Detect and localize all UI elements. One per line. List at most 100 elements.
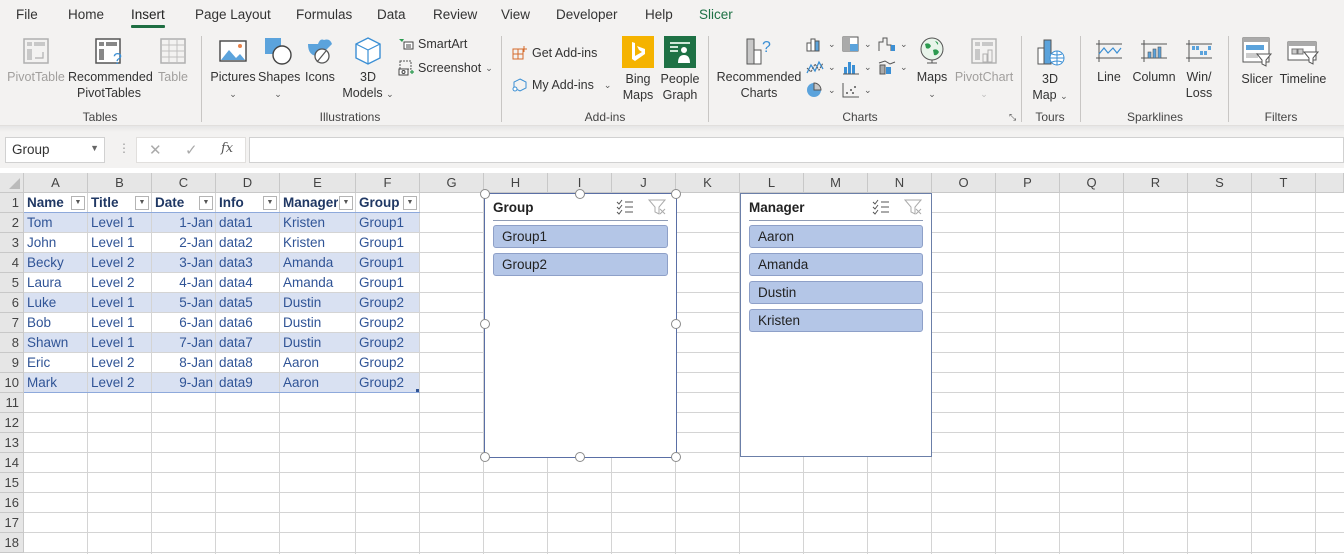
row-header-9[interactable]: 9 xyxy=(0,353,24,373)
table-cell[interactable]: 6-Jan xyxy=(152,313,216,333)
slicer-item[interactable]: Aaron xyxy=(749,225,923,248)
filter-dropdown-icon[interactable]: ▼ xyxy=(339,196,353,210)
slicer-item[interactable]: Group1 xyxy=(493,225,668,248)
table-cell[interactable]: Group1 xyxy=(356,253,420,273)
table-resize-handle[interactable] xyxy=(416,389,419,392)
table-cell[interactable]: 4-Jan xyxy=(152,273,216,293)
column-chart-button[interactable]: ⌄ xyxy=(806,36,836,52)
column-header-T[interactable]: T xyxy=(1252,173,1316,193)
table-cell[interactable]: 1-Jan xyxy=(152,213,216,233)
resize-handle[interactable] xyxy=(671,189,681,199)
table-cell[interactable]: Eric xyxy=(24,353,88,373)
row-header-17[interactable]: 17 xyxy=(0,513,24,533)
row-header-5[interactable]: 5 xyxy=(0,273,24,293)
table-cell[interactable]: Amanda xyxy=(280,253,356,273)
table-cell[interactable]: Kristen xyxy=(280,233,356,253)
table-cell[interactable]: Luke xyxy=(24,293,88,313)
row-header-1[interactable]: 1 xyxy=(0,193,24,213)
column-header-Q[interactable]: Q xyxy=(1060,173,1124,193)
row-header-16[interactable]: 16 xyxy=(0,493,24,513)
row-header-14[interactable]: 14 xyxy=(0,453,24,473)
column-header-D[interactable]: D xyxy=(216,173,280,193)
slicer-item[interactable]: Amanda xyxy=(749,253,923,276)
line-chart-button[interactable]: ⌄ xyxy=(806,59,836,75)
table-cell[interactable]: Aaron xyxy=(280,353,356,373)
table-cell[interactable]: John xyxy=(24,233,88,253)
column-header-O[interactable]: O xyxy=(932,173,996,193)
table-cell[interactable]: Group2 xyxy=(356,293,420,313)
table-cell[interactable]: data9 xyxy=(216,373,280,393)
column-header-L[interactable]: L xyxy=(740,173,804,193)
column-header-M[interactable]: M xyxy=(804,173,868,193)
slicer-item[interactable]: Dustin xyxy=(749,281,923,304)
table-header-cell[interactable]: Name xyxy=(24,193,70,213)
resize-handle[interactable] xyxy=(480,452,490,462)
table-cell[interactable]: data7 xyxy=(216,333,280,353)
3d-map-button[interactable]: 3D Map ⌄ xyxy=(1028,36,1072,104)
column-header-P[interactable]: P xyxy=(996,173,1060,193)
table-cell[interactable]: Level 1 xyxy=(88,333,152,353)
bing-maps-button[interactable]: Bing Maps xyxy=(620,36,656,103)
tab-data[interactable]: Data xyxy=(377,7,406,22)
table-cell[interactable]: 3-Jan xyxy=(152,253,216,273)
tab-slicer[interactable]: Slicer xyxy=(699,7,733,22)
insert-slicer-button[interactable]: Slicer xyxy=(1238,36,1276,87)
table-cell[interactable]: 2-Jan xyxy=(152,233,216,253)
hierarchy-chart-button[interactable]: ⌄ xyxy=(842,36,872,52)
tab-developer[interactable]: Developer xyxy=(556,7,618,22)
table-cell[interactable]: Mark xyxy=(24,373,88,393)
column-header-E[interactable]: E xyxy=(280,173,356,193)
insert-function-icon[interactable]: fx xyxy=(221,141,233,156)
table-cell[interactable]: Group2 xyxy=(356,353,420,373)
column-header-N[interactable]: N xyxy=(868,173,932,193)
column-header-H[interactable]: H xyxy=(484,173,548,193)
column-header-J[interactable]: J xyxy=(612,173,676,193)
table-cell[interactable]: Laura xyxy=(24,273,88,293)
multi-select-icon[interactable] xyxy=(871,198,891,216)
table-cell[interactable]: Group1 xyxy=(356,273,420,293)
name-box-dropdown-icon[interactable]: ▼ xyxy=(90,143,99,153)
table-cell[interactable]: Level 2 xyxy=(88,373,152,393)
slicer-manager[interactable]: Manager Aaron Amanda Dustin Kristen xyxy=(740,193,932,457)
clear-filter-icon[interactable] xyxy=(647,198,667,216)
table-cell[interactable]: data3 xyxy=(216,253,280,273)
formula-bar-grip[interactable]: ⋮ xyxy=(118,141,130,155)
table-cell[interactable]: Level 1 xyxy=(88,313,152,333)
table-header-cell[interactable]: Date xyxy=(152,193,198,213)
table-cell[interactable]: Group1 xyxy=(356,233,420,253)
icons-button[interactable]: Icons xyxy=(302,36,338,85)
table-cell[interactable]: 8-Jan xyxy=(152,353,216,373)
table-cell[interactable]: Becky xyxy=(24,253,88,273)
resize-handle[interactable] xyxy=(575,452,585,462)
enter-icon[interactable]: ✓ xyxy=(185,141,198,159)
filter-dropdown-icon[interactable]: ▼ xyxy=(263,196,277,210)
slicer-item[interactable]: Group2 xyxy=(493,253,668,276)
pictures-button[interactable]: Pictures ⌄ xyxy=(209,36,257,102)
slicer-group[interactable]: Group Group1 Group2 xyxy=(484,193,677,458)
tab-view[interactable]: View xyxy=(501,7,530,22)
table-cell[interactable]: Bob xyxy=(24,313,88,333)
tab-file[interactable]: File xyxy=(16,7,38,22)
my-addins-button[interactable]: My Add-ins ⌄ xyxy=(512,77,611,93)
row-header-15[interactable]: 15 xyxy=(0,473,24,493)
table-cell[interactable]: Group1 xyxy=(356,213,420,233)
table-cell[interactable]: 9-Jan xyxy=(152,373,216,393)
formula-input[interactable] xyxy=(249,137,1344,163)
table-cell[interactable]: data5 xyxy=(216,293,280,313)
column-header-R[interactable]: R xyxy=(1124,173,1188,193)
row-header-12[interactable]: 12 xyxy=(0,413,24,433)
statistic-chart-button[interactable]: ⌄ xyxy=(842,59,872,75)
table-header-cell[interactable]: Info xyxy=(216,193,262,213)
people-graph-button[interactable]: People Graph xyxy=(660,36,700,103)
filter-dropdown-icon[interactable]: ▼ xyxy=(71,196,85,210)
table-cell[interactable]: Level 1 xyxy=(88,293,152,313)
table-cell[interactable]: data8 xyxy=(216,353,280,373)
row-header-10[interactable]: 10 xyxy=(0,373,24,393)
table-header-cell[interactable]: Manager xyxy=(280,193,338,213)
pivottable-button[interactable]: PivotTable xyxy=(6,36,66,85)
column-header-S[interactable]: S xyxy=(1188,173,1252,193)
column-header-C[interactable]: C xyxy=(152,173,216,193)
row-header-7[interactable]: 7 xyxy=(0,313,24,333)
table-cell[interactable]: data6 xyxy=(216,313,280,333)
table-cell[interactable]: Kristen xyxy=(280,213,356,233)
